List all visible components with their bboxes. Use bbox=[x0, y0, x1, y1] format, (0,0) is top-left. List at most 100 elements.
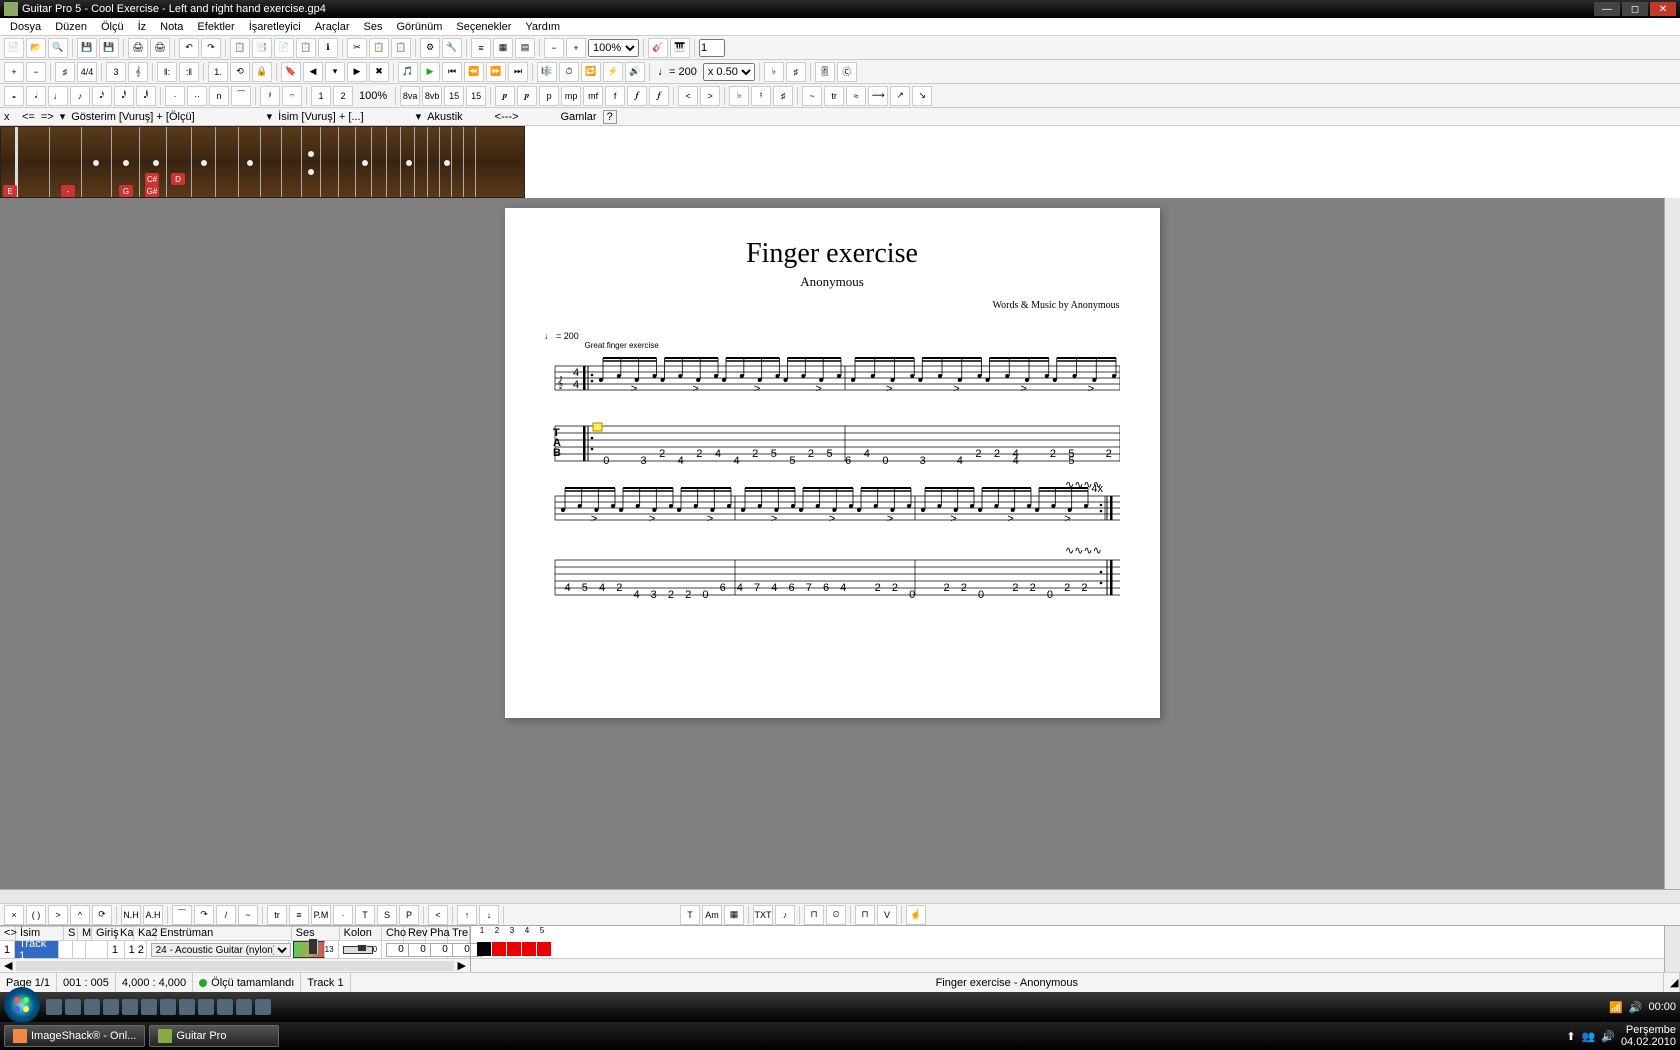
pop-button[interactable]: P bbox=[399, 905, 419, 925]
view1-button[interactable]: ▦ bbox=[493, 38, 513, 58]
pickstroke-down[interactable]: V bbox=[877, 905, 897, 925]
undo-button[interactable]: ↶ bbox=[179, 38, 199, 58]
saveas-button[interactable]: 💾 bbox=[99, 38, 119, 58]
alt2-button[interactable]: ⟲ bbox=[230, 62, 250, 82]
quicklaunch[interactable] bbox=[46, 999, 271, 1015]
eighthnote-button[interactable]: ♪ bbox=[70, 86, 90, 106]
marker-prev-button[interactable]: ◀ bbox=[303, 62, 323, 82]
trill-button[interactable]: tr bbox=[267, 905, 287, 925]
txt-tool-button[interactable]: TXT bbox=[753, 905, 773, 925]
prev-button[interactable]: ⏪ bbox=[464, 62, 484, 82]
ghostnote-button[interactable]: ( ) bbox=[26, 905, 46, 925]
transpose-down-button[interactable]: ♭ bbox=[764, 62, 784, 82]
view2-button[interactable]: ▤ bbox=[515, 38, 535, 58]
pm-button[interactable]: P.M bbox=[311, 905, 331, 925]
fret-next-button[interactable]: => bbox=[41, 111, 54, 123]
voice1-button[interactable]: 1 bbox=[311, 86, 331, 106]
next-button[interactable]: ⏩ bbox=[486, 62, 506, 82]
horizontal-scrollbar[interactable] bbox=[0, 889, 1680, 903]
tray-vol-icon[interactable]: 🔊 bbox=[1629, 1001, 1643, 1014]
pickstroke-up[interactable]: ⊓ bbox=[855, 905, 875, 925]
marker-del-button[interactable]: ✖ bbox=[369, 62, 389, 82]
tray-net-icon[interactable]: 📶 bbox=[1609, 1001, 1623, 1014]
redo-button[interactable]: ↷ bbox=[201, 38, 221, 58]
mixer-blocks[interactable] bbox=[477, 942, 551, 956]
deadnote-button[interactable]: × bbox=[4, 905, 24, 925]
halfnote-button[interactable]: 𝅗𝅥 bbox=[26, 86, 46, 106]
dyn-pp[interactable]: 𝆏 bbox=[517, 86, 537, 106]
vibrato-button[interactable]: ~ bbox=[238, 905, 258, 925]
mixer-scrollbar[interactable] bbox=[471, 958, 1664, 972]
fretboard[interactable]: // frets drawn later via template marker… bbox=[0, 126, 525, 198]
zoomin-button[interactable]: + bbox=[566, 38, 586, 58]
staff-system-1[interactable]: 𝄞 44 >>>>>>>> TAB bbox=[545, 356, 1120, 476]
letring-button[interactable]: ⟳ bbox=[92, 905, 112, 925]
fret-prev-button[interactable]: <= bbox=[22, 111, 35, 123]
properties-button[interactable]: ⚙ bbox=[420, 38, 440, 58]
quarternote-button[interactable]: ♩ bbox=[48, 86, 68, 106]
tool-c[interactable]: 📄 bbox=[274, 38, 294, 58]
close-button[interactable]: ✕ bbox=[1650, 2, 1676, 16]
track-scroll-right[interactable]: ▶ bbox=[454, 959, 470, 972]
metronome-button[interactable]: 🎼 bbox=[537, 62, 557, 82]
cresc-button[interactable]: < bbox=[678, 86, 698, 106]
ah-button[interactable]: A.H bbox=[143, 905, 163, 925]
marker-add-button[interactable]: 🔖 bbox=[281, 62, 301, 82]
menu-sound[interactable]: Ses bbox=[358, 20, 389, 34]
multitrack-button[interactable]: ≡ bbox=[471, 38, 491, 58]
volume-meter[interactable] bbox=[293, 941, 325, 958]
acc1-button[interactable]: ♭ bbox=[729, 86, 749, 106]
accent-button[interactable]: > bbox=[48, 905, 68, 925]
printpreview-button[interactable]: 🖨 bbox=[150, 38, 170, 58]
page-input[interactable] bbox=[699, 39, 725, 57]
countdown-button[interactable]: ⏱ bbox=[559, 62, 579, 82]
slap-button[interactable]: S bbox=[377, 905, 397, 925]
doubledotted-button[interactable]: ·· bbox=[187, 86, 207, 106]
keysig-button[interactable]: ♯ bbox=[55, 62, 75, 82]
vertical-scrollbar[interactable] bbox=[1664, 198, 1680, 889]
tool-a[interactable]: 📋 bbox=[230, 38, 250, 58]
new-button[interactable]: 📄 bbox=[4, 38, 24, 58]
15ma-button[interactable]: 15 bbox=[444, 86, 464, 106]
instrument-select[interactable]: 24 - Acoustic Guitar (nylon) bbox=[151, 943, 291, 957]
menu-file[interactable]: Dosya bbox=[4, 20, 47, 34]
staccato-button[interactable]: · bbox=[333, 905, 353, 925]
repeat-open-button[interactable]: ‖: bbox=[157, 62, 177, 82]
fret-close-button[interactable]: x bbox=[4, 111, 16, 123]
maximize-button[interactable]: ◻ bbox=[1622, 2, 1648, 16]
save-button[interactable]: 💾 bbox=[77, 38, 97, 58]
8vb-button[interactable]: 8vb bbox=[422, 86, 442, 106]
menu-edit[interactable]: Düzen bbox=[49, 20, 93, 34]
marker-next-button[interactable]: ▶ bbox=[347, 62, 367, 82]
menu-view[interactable]: Görünüm bbox=[391, 20, 449, 34]
acc3-button[interactable]: ♯ bbox=[773, 86, 793, 106]
tempo-mult-select[interactable]: x 0.50 bbox=[703, 63, 755, 81]
minimize-button[interactable]: — bbox=[1594, 2, 1620, 16]
text-button[interactable]: T bbox=[680, 905, 700, 925]
eff6-button[interactable]: ↘ bbox=[912, 86, 932, 106]
menu-options[interactable]: Seçenekler bbox=[450, 20, 517, 34]
print-button[interactable]: 🖨 bbox=[128, 38, 148, 58]
eff5-button[interactable]: ↗ bbox=[890, 86, 910, 106]
dyn-mp[interactable]: mp bbox=[561, 86, 581, 106]
last-button[interactable]: ⏭ bbox=[508, 62, 528, 82]
tool-d[interactable]: 📋 bbox=[296, 38, 316, 58]
fret-tuning-label[interactable]: Akustik bbox=[427, 111, 462, 123]
tapping-button[interactable]: T bbox=[355, 905, 375, 925]
tuner-button[interactable]: 🎚 bbox=[815, 62, 835, 82]
eff4-button[interactable]: ⟿ bbox=[868, 86, 888, 106]
timer-button[interactable]: ⏲ bbox=[826, 905, 846, 925]
fret-view-label[interactable]: Gösterim [Vuruş] + [Ölçü] bbox=[71, 111, 194, 123]
tool-b[interactable]: 📑 bbox=[252, 38, 272, 58]
lock-button[interactable]: 🔒 bbox=[252, 62, 272, 82]
menu-effects[interactable]: Efektler bbox=[191, 20, 240, 34]
addtrack-button[interactable]: + bbox=[4, 62, 24, 82]
fret-nav-button[interactable]: <---> bbox=[495, 111, 519, 123]
browse-button[interactable]: 🔍 bbox=[48, 38, 68, 58]
fade-button[interactable]: < bbox=[428, 905, 448, 925]
acc2-button[interactable]: ♮ bbox=[751, 86, 771, 106]
tempo-label[interactable]: ♩= 200 bbox=[654, 66, 701, 78]
cut-button[interactable]: ✂ bbox=[347, 38, 367, 58]
score-info-button[interactable]: ℹ bbox=[318, 38, 338, 58]
tray-time[interactable]: 00:00 bbox=[1648, 1001, 1676, 1013]
